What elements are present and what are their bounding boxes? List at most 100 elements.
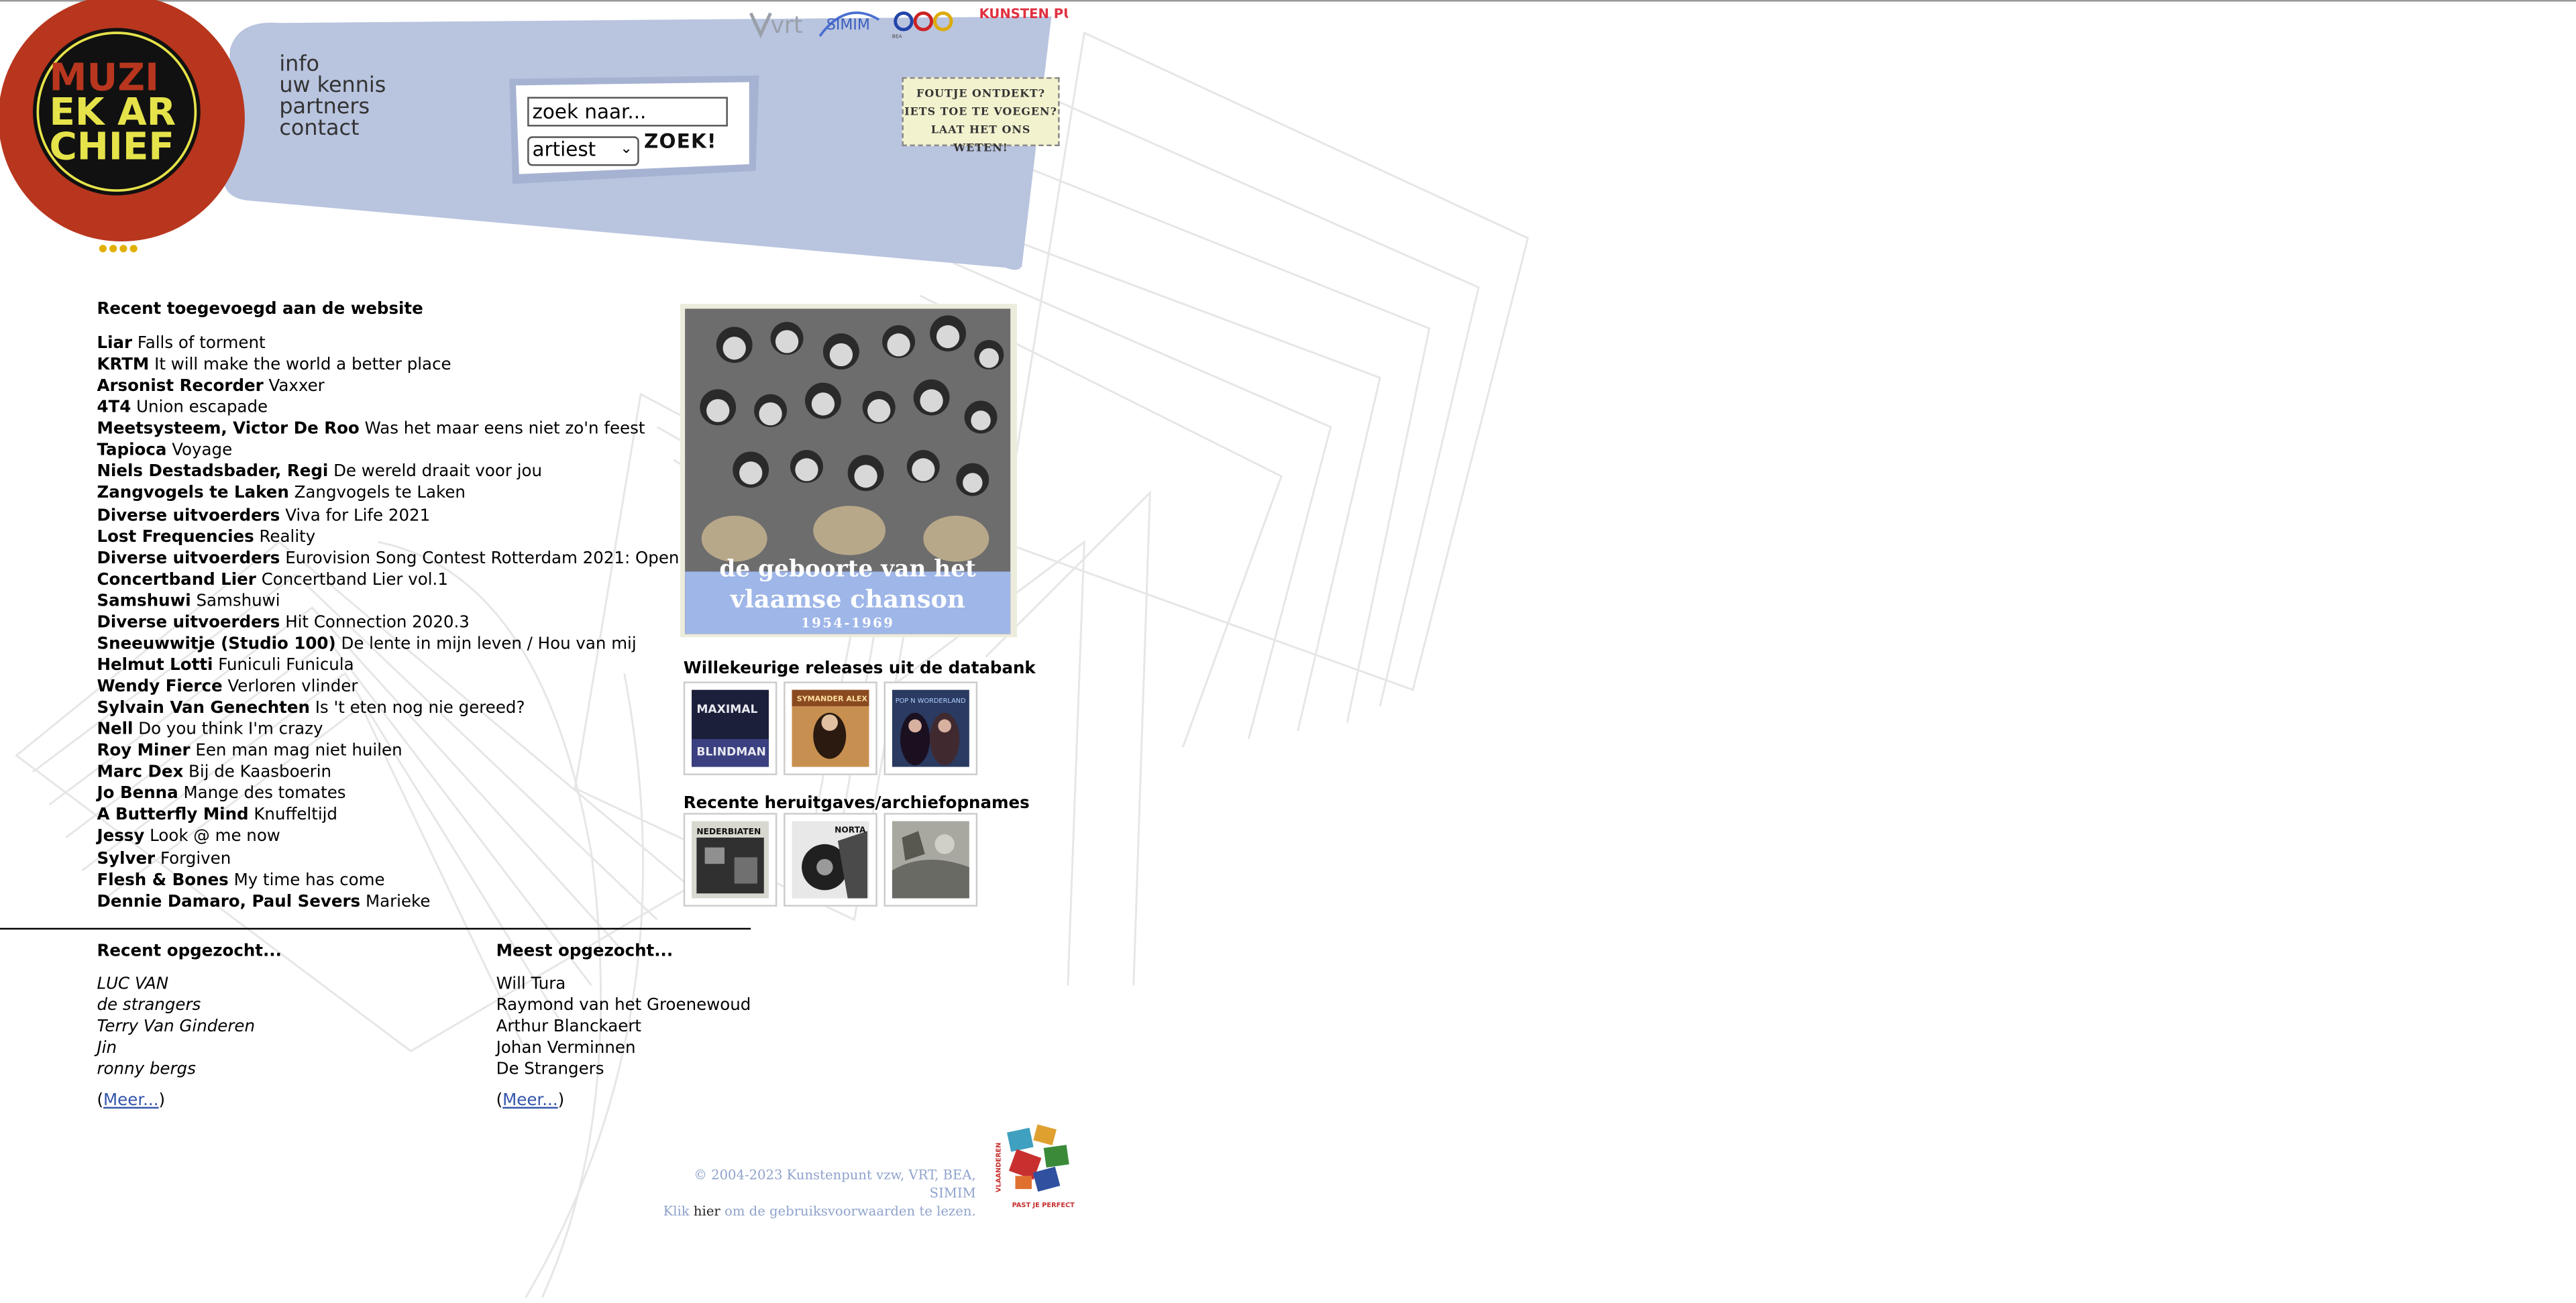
- recent-item-title[interactable]: Bij de Kaasboerin: [189, 764, 331, 782]
- recent-search-item[interactable]: Terry Van Ginderen: [97, 1017, 255, 1038]
- recent-item[interactable]: Diverse uitvoerders Eurovision Song Cont…: [97, 548, 706, 569]
- most-searched-item[interactable]: Raymond van het Groenewoud: [496, 995, 751, 1017]
- recent-item-title[interactable]: Vaxxer: [268, 378, 324, 396]
- recent-item[interactable]: A Butterfly Mind Knuffeltijd: [97, 805, 706, 827]
- recent-item-artist[interactable]: Roy Miner: [97, 742, 190, 760]
- search-input[interactable]: [527, 97, 728, 127]
- recent-item-artist[interactable]: Diverse uitvoerders: [97, 549, 280, 567]
- recent-search-item[interactable]: ronny bergs: [97, 1060, 255, 1081]
- recent-search-item[interactable]: Jin: [97, 1038, 255, 1060]
- recent-item-artist[interactable]: Sylvain Van Genechten: [97, 699, 309, 718]
- recent-item[interactable]: Flesh & Bones My time has come: [97, 870, 706, 891]
- recent-item-title[interactable]: Hit Connection 2020.3: [285, 614, 470, 632]
- recent-item-artist[interactable]: Nell: [97, 721, 133, 739]
- most-searched-more-link[interactable]: Meer...: [502, 1092, 557, 1111]
- most-searched-item[interactable]: Johan Verminnen: [496, 1038, 751, 1060]
- nav-uw-kennis[interactable]: uw kennis: [279, 76, 386, 97]
- recent-item-artist[interactable]: Liar: [97, 335, 132, 353]
- featured-release[interactable]: de geboorte van het vlaamse chanson 1954…: [680, 304, 1017, 638]
- search-button[interactable]: ZOEK!: [644, 129, 717, 152]
- recent-item-title[interactable]: Knuffeltijd: [254, 807, 337, 825]
- recent-item[interactable]: Zangvogels te Laken Zangvogels te Laken: [97, 484, 706, 505]
- recent-item-artist[interactable]: Niels Destadsbader, Regi: [97, 464, 328, 482]
- recent-item-title[interactable]: Viva for Life 2021: [285, 507, 430, 525]
- recent-item-title[interactable]: Forgiven: [160, 850, 231, 868]
- nav-info[interactable]: info: [279, 54, 386, 76]
- recent-item-title[interactable]: Is 't eten nog nie gereed?: [315, 699, 525, 718]
- recent-item[interactable]: Meetsysteem, Victor De Roo Was het maar …: [97, 419, 706, 441]
- most-searched-item[interactable]: Arthur Blanckaert: [496, 1017, 751, 1038]
- footer-terms-link[interactable]: hier: [694, 1204, 720, 1219]
- nav-contact[interactable]: contact: [279, 118, 386, 139]
- recent-item[interactable]: Helmut Lotti Funiculi Funicula: [97, 655, 706, 677]
- recent-item[interactable]: Arsonist Recorder Vaxxer: [97, 376, 706, 398]
- recent-item[interactable]: KRTM It will make the world a better pla…: [97, 355, 706, 376]
- recent-item[interactable]: Nell Do you think I'm crazy: [97, 720, 706, 741]
- recent-item-title[interactable]: Falls of torment: [138, 335, 266, 353]
- recent-item-title[interactable]: Do you think I'm crazy: [138, 721, 323, 739]
- recent-item-artist[interactable]: A Butterfly Mind: [97, 807, 248, 825]
- search-type-select[interactable]: artiest ⌄: [527, 136, 639, 166]
- recent-item-artist[interactable]: Arsonist Recorder: [97, 378, 263, 396]
- recent-item[interactable]: Sylvain Van Genechten Is 't eten nog nie…: [97, 698, 706, 720]
- reissue-thumb[interactable]: [883, 813, 978, 907]
- recent-item[interactable]: Niels Destadsbader, Regi De wereld draai…: [97, 462, 706, 484]
- nav-partners[interactable]: partners: [279, 97, 386, 118]
- recent-item[interactable]: Roy Miner Een man mag niet huilen: [97, 741, 706, 762]
- recent-item-title[interactable]: Eurovision Song Contest Rotterdam 2021: …: [285, 549, 707, 567]
- recent-item[interactable]: 4T4 Union escapade: [97, 398, 706, 419]
- release-thumb[interactable]: POP N WORDERLAND: [883, 681, 978, 775]
- recent-item-title[interactable]: Was het maar eens niet zo'n feest: [365, 421, 645, 439]
- recent-item-title[interactable]: Marieke: [366, 893, 430, 911]
- kunstenpunt-logo[interactable]: KUNSTEN PUNT: [979, 6, 1068, 21]
- recent-item[interactable]: Lost Frequencies Reality: [97, 526, 706, 548]
- recent-item-artist[interactable]: Samshuwi: [97, 592, 191, 610]
- recent-item-artist[interactable]: Zangvogels te Laken: [97, 486, 288, 504]
- recent-item-title[interactable]: Een man mag niet huilen: [195, 742, 402, 760]
- recent-item[interactable]: Concertband Lier Concertband Lier vol.1: [97, 569, 706, 591]
- recent-item-artist[interactable]: Flesh & Bones: [97, 871, 228, 889]
- recent-item-artist[interactable]: KRTM: [97, 357, 149, 375]
- recent-item[interactable]: Jessy Look @ me now: [97, 827, 706, 848]
- recent-item-artist[interactable]: Wendy Fierce: [97, 678, 222, 696]
- vrt-logo[interactable]: vrt: [749, 12, 802, 39]
- recent-item-title[interactable]: Verloren vlinder: [227, 678, 358, 696]
- recent-item-artist[interactable]: Jo Benna: [97, 785, 178, 803]
- most-searched-item[interactable]: De Strangers: [496, 1060, 751, 1081]
- recent-item[interactable]: Wendy Fierce Verloren vlinder: [97, 677, 706, 698]
- reissue-thumb[interactable]: NORTA: [784, 813, 877, 907]
- recent-search-item[interactable]: LUC VAN: [97, 974, 255, 995]
- recent-item[interactable]: Marc Dex Bij de Kaasboerin: [97, 762, 706, 784]
- recent-item[interactable]: Dennie Damaro, Paul Severs Marieke: [97, 891, 706, 913]
- recent-item-title[interactable]: Samshuwi: [196, 592, 280, 610]
- recent-item-title[interactable]: My time has come: [234, 871, 385, 889]
- recent-item[interactable]: Diverse uitvoerders Hit Connection 2020.…: [97, 612, 706, 634]
- release-thumb[interactable]: SYMANDER ALEX: [784, 681, 877, 775]
- logo[interactable]: MUZI EK AR CHIEF: [0, 0, 246, 246]
- recent-item-artist[interactable]: Diverse uitvoerders: [97, 507, 280, 525]
- recent-item-title[interactable]: Zangvogels te Laken: [294, 486, 466, 504]
- recent-item-title[interactable]: Look @ me now: [150, 828, 280, 846]
- recent-item-artist[interactable]: Sylver: [97, 850, 155, 868]
- recent-item-title[interactable]: Mange des tomates: [183, 785, 345, 803]
- recent-item-artist[interactable]: Diverse uitvoerders: [97, 614, 280, 632]
- vlaanderen-logo[interactable]: VLAANDEREN PAST JE PERFECT: [985, 1123, 1076, 1212]
- recent-item-artist[interactable]: Concertband Lier: [97, 571, 256, 589]
- most-searched-item[interactable]: Will Tura: [496, 974, 751, 995]
- recent-item-title[interactable]: De wereld draait voor jou: [333, 464, 542, 482]
- recent-item-artist[interactable]: Tapioca: [97, 443, 166, 461]
- recent-item[interactable]: Samshuwi Samshuwi: [97, 591, 706, 612]
- release-thumb[interactable]: MAXIMAL BLINDMAN: [683, 681, 777, 775]
- recent-item[interactable]: Sylver Forgiven: [97, 848, 706, 870]
- recent-item[interactable]: Liar Falls of torment: [97, 333, 706, 355]
- simim-logo[interactable]: SIMIM: [818, 11, 880, 37]
- recent-item-artist[interactable]: Lost Frequencies: [97, 528, 254, 547]
- recent-item-artist[interactable]: Meetsysteem, Victor De Roo: [97, 421, 359, 439]
- recent-item-artist[interactable]: Sneeuwwitje (Studio 100): [97, 635, 335, 653]
- recent-item-title[interactable]: Voyage: [172, 443, 232, 461]
- recent-item-artist[interactable]: Jessy: [97, 828, 144, 846]
- recent-item[interactable]: Tapioca Voyage: [97, 441, 706, 462]
- recent-search-item[interactable]: de strangers: [97, 995, 255, 1017]
- recent-item-title[interactable]: De lente in mijn leven / Hou van mij: [341, 635, 636, 653]
- recent-item[interactable]: Diverse uitvoerders Viva for Life 2021: [97, 505, 706, 526]
